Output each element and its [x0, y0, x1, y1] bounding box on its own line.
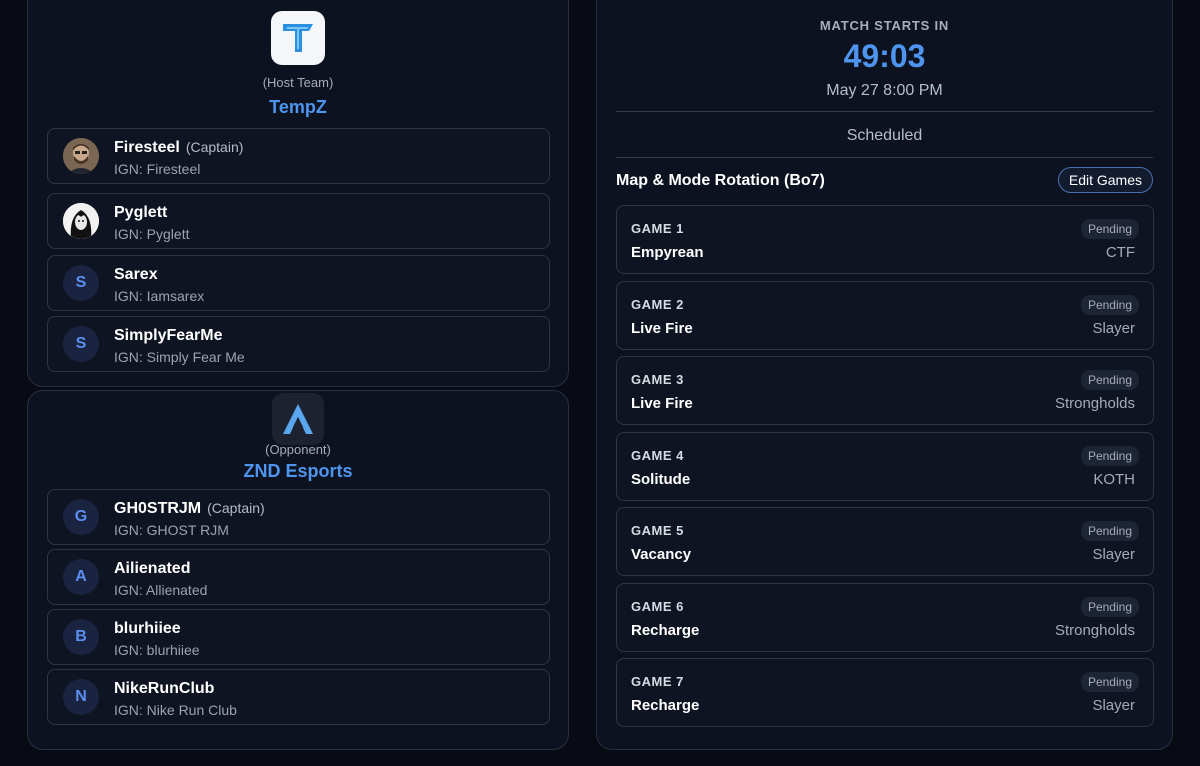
match-status: Scheduled: [846, 127, 923, 144]
avatar: N: [63, 679, 99, 715]
match-starts-label: MATCH STARTS IN: [819, 18, 950, 33]
player-card[interactable]: S SimplyFearMe IGN: Simply Fear Me: [47, 316, 550, 372]
status-badge: Pending: [1080, 219, 1139, 239]
player-ign: IGN: GHOST RJM: [114, 522, 229, 538]
player-ign: IGN: blurhiiee: [114, 642, 200, 658]
game-card[interactable]: GAME 5 Vacancy Pending Slayer: [616, 507, 1154, 576]
opponent-team-role: (Opponent): [265, 442, 331, 457]
player-card[interactable]: B blurhiiee IGN: blurhiiee: [47, 609, 550, 665]
captain-tag: (Captain): [207, 500, 265, 516]
opponent-team-name[interactable]: ZND Esports: [28, 461, 568, 482]
player-name: NikeRunClub: [114, 680, 215, 697]
player-name: Pyglett: [114, 204, 168, 221]
player-card[interactable]: Firesteel (Captain) IGN: Firesteel: [47, 128, 550, 184]
game-mode: Strongholds: [1054, 395, 1135, 412]
status-badge: Pending: [1080, 370, 1139, 390]
captain-tag: (Captain): [185, 139, 244, 155]
player-ign: IGN: Iamsarex: [114, 288, 205, 304]
status-badge: Pending: [1080, 521, 1139, 541]
game-number: GAME 5: [631, 523, 684, 538]
tempz-logo: [271, 11, 325, 65]
game-mode: KOTH: [1093, 471, 1135, 488]
countdown-timer: 49:03: [843, 38, 926, 74]
game-card[interactable]: GAME 1 Empyrean Pending CTF: [616, 205, 1154, 274]
player-ign: IGN: Nike Run Club: [114, 702, 237, 718]
game-map: Solitude: [631, 471, 691, 488]
status-badge: Pending: [1080, 672, 1139, 692]
avatar: S: [63, 326, 99, 362]
game-map: Empyrean: [631, 244, 704, 261]
opponent-team-panel: (Opponent) ZND Esports G GH0STRJM (Captai…: [27, 390, 569, 750]
avatar: [63, 203, 99, 239]
game-map: Recharge: [631, 697, 700, 714]
status-badge: Pending: [1080, 597, 1139, 617]
game-mode: Slayer: [1092, 697, 1135, 714]
game-mode: CTF: [1105, 244, 1135, 261]
divider: [616, 157, 1153, 158]
player-name: Firesteel: [114, 139, 180, 156]
host-team-role: (Host Team): [262, 75, 334, 90]
game-number: GAME 6: [631, 599, 684, 614]
game-card[interactable]: GAME 4 Solitude Pending KOTH: [616, 432, 1154, 501]
game-number: GAME 2: [631, 297, 684, 312]
game-map: Vacancy: [631, 546, 692, 563]
player-card[interactable]: A Ailienated IGN: Allienated: [47, 549, 550, 605]
game-card[interactable]: GAME 3 Live Fire Pending Strongholds: [616, 356, 1154, 425]
game-number: GAME 4: [631, 448, 684, 463]
divider: [616, 111, 1153, 112]
avatar: G: [63, 499, 99, 535]
avatar: A: [63, 559, 99, 595]
host-team-panel: (Host Team) TempZ Firesteel (Captain) IGN…: [27, 0, 569, 387]
znd-esports-logo: [272, 393, 324, 445]
avatar: [63, 138, 99, 174]
player-name: SimplyFearMe: [114, 327, 223, 344]
player-card[interactable]: N NikeRunClub IGN: Nike Run Club: [47, 669, 550, 725]
game-card[interactable]: GAME 7 Recharge Pending Slayer: [616, 658, 1154, 727]
host-team-name[interactable]: TempZ: [28, 97, 568, 118]
game-number: GAME 3: [631, 372, 684, 387]
game-mode: Slayer: [1092, 546, 1135, 563]
status-badge: Pending: [1080, 446, 1139, 466]
status-badge: Pending: [1080, 295, 1139, 315]
player-ign: IGN: Simply Fear Me: [114, 349, 245, 365]
avatar: B: [63, 619, 99, 655]
player-name: GH0STRJM: [114, 500, 202, 517]
player-ign: IGN: Pyglett: [114, 226, 190, 242]
avatar: S: [63, 265, 99, 301]
player-card[interactable]: G GH0STRJM (Captain) IGN: GHOST RJM: [47, 489, 550, 545]
player-name: Sarex: [114, 266, 158, 283]
match-datetime: May 27 8:00 PM: [826, 82, 943, 99]
game-card[interactable]: GAME 6 Recharge Pending Strongholds: [616, 583, 1154, 652]
player-card[interactable]: S Sarex IGN: Iamsarex: [47, 255, 550, 311]
player-ign: IGN: Firesteel: [114, 161, 201, 177]
game-mode: Slayer: [1092, 320, 1135, 337]
game-map: Live Fire: [631, 395, 693, 412]
match-panel: MATCH STARTS IN 49:03 May 27 8:00 PM Sch…: [596, 0, 1173, 750]
game-number: GAME 1: [631, 221, 684, 236]
player-card[interactable]: Pyglett IGN: Pyglett: [47, 193, 550, 249]
game-number: GAME 7: [631, 674, 684, 689]
game-map: Recharge: [631, 622, 700, 639]
game-mode: Strongholds: [1054, 622, 1135, 639]
player-name: blurhiiee: [114, 620, 181, 637]
player-name: Ailienated: [114, 560, 191, 577]
rotation-title: Map & Mode Rotation (Bo7): [616, 172, 825, 189]
player-ign: IGN: Allienated: [114, 582, 208, 598]
edit-games-button[interactable]: Edit Games: [1057, 167, 1153, 193]
game-card[interactable]: GAME 2 Live Fire Pending Slayer: [616, 281, 1154, 350]
game-map: Live Fire: [631, 320, 693, 337]
